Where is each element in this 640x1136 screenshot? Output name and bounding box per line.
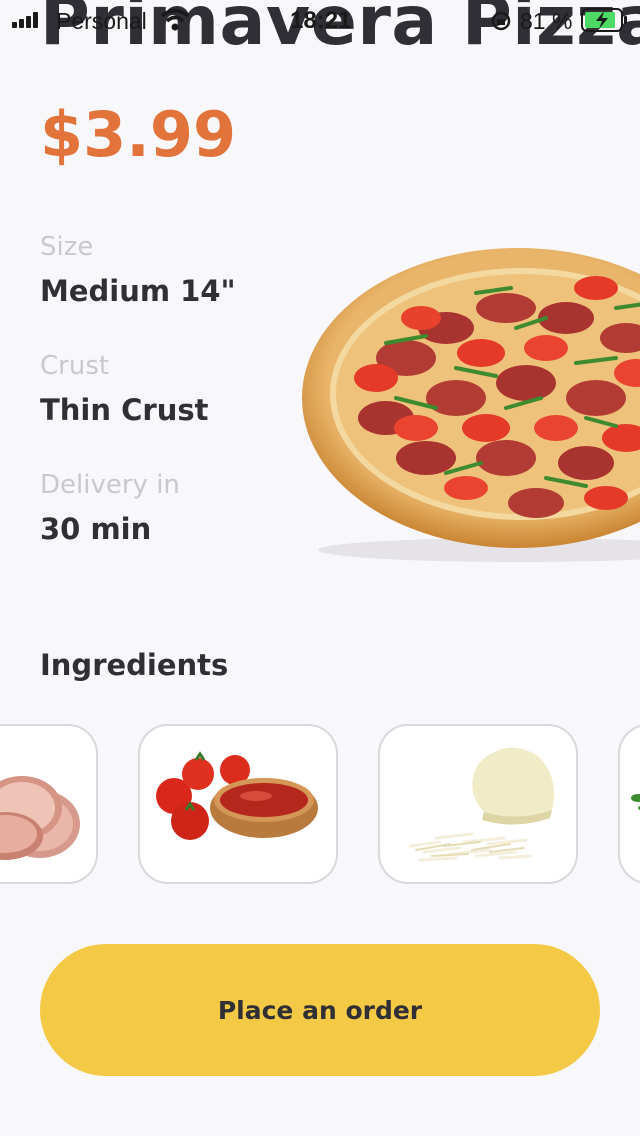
ingredient-card-ham[interactable] xyxy=(0,724,98,884)
size-value: Medium 14" xyxy=(40,274,236,308)
crust-label: Crust xyxy=(40,351,110,381)
wifi-icon xyxy=(160,8,190,31)
ingredient-card-herbs[interactable] xyxy=(618,724,640,884)
place-order-button[interactable]: Place an order xyxy=(40,944,600,1076)
tomato-sauce-icon xyxy=(156,751,318,840)
price: $3.99 xyxy=(40,98,237,171)
delivery-value: 30 min xyxy=(40,512,152,546)
size-label: Size xyxy=(40,232,94,262)
signal-icon xyxy=(12,12,38,28)
pizza-detail-screen: Primavera Pizza Personal 18:21 81 % $3.9… xyxy=(0,0,640,1136)
cheese-icon xyxy=(408,747,555,862)
battery-charging-icon xyxy=(581,8,627,32)
ingredient-card-tomato-sauce[interactable] xyxy=(138,724,338,884)
delivery-label: Delivery in xyxy=(40,470,180,500)
carrier-name: Personal xyxy=(56,8,147,34)
ingredient-card-cheese[interactable] xyxy=(378,724,578,884)
ham-icon xyxy=(0,776,80,860)
status-bar: Personal 18:21 81 % xyxy=(0,0,640,40)
pizza-image xyxy=(302,248,640,562)
crust-value: Thin Crust xyxy=(40,393,209,427)
herbs-icon xyxy=(631,794,640,811)
orientation-lock-icon xyxy=(491,11,511,31)
ingredients-heading: Ingredients xyxy=(40,648,229,682)
battery-percent: 81 % xyxy=(520,8,573,34)
clock: 18:21 xyxy=(290,7,352,34)
